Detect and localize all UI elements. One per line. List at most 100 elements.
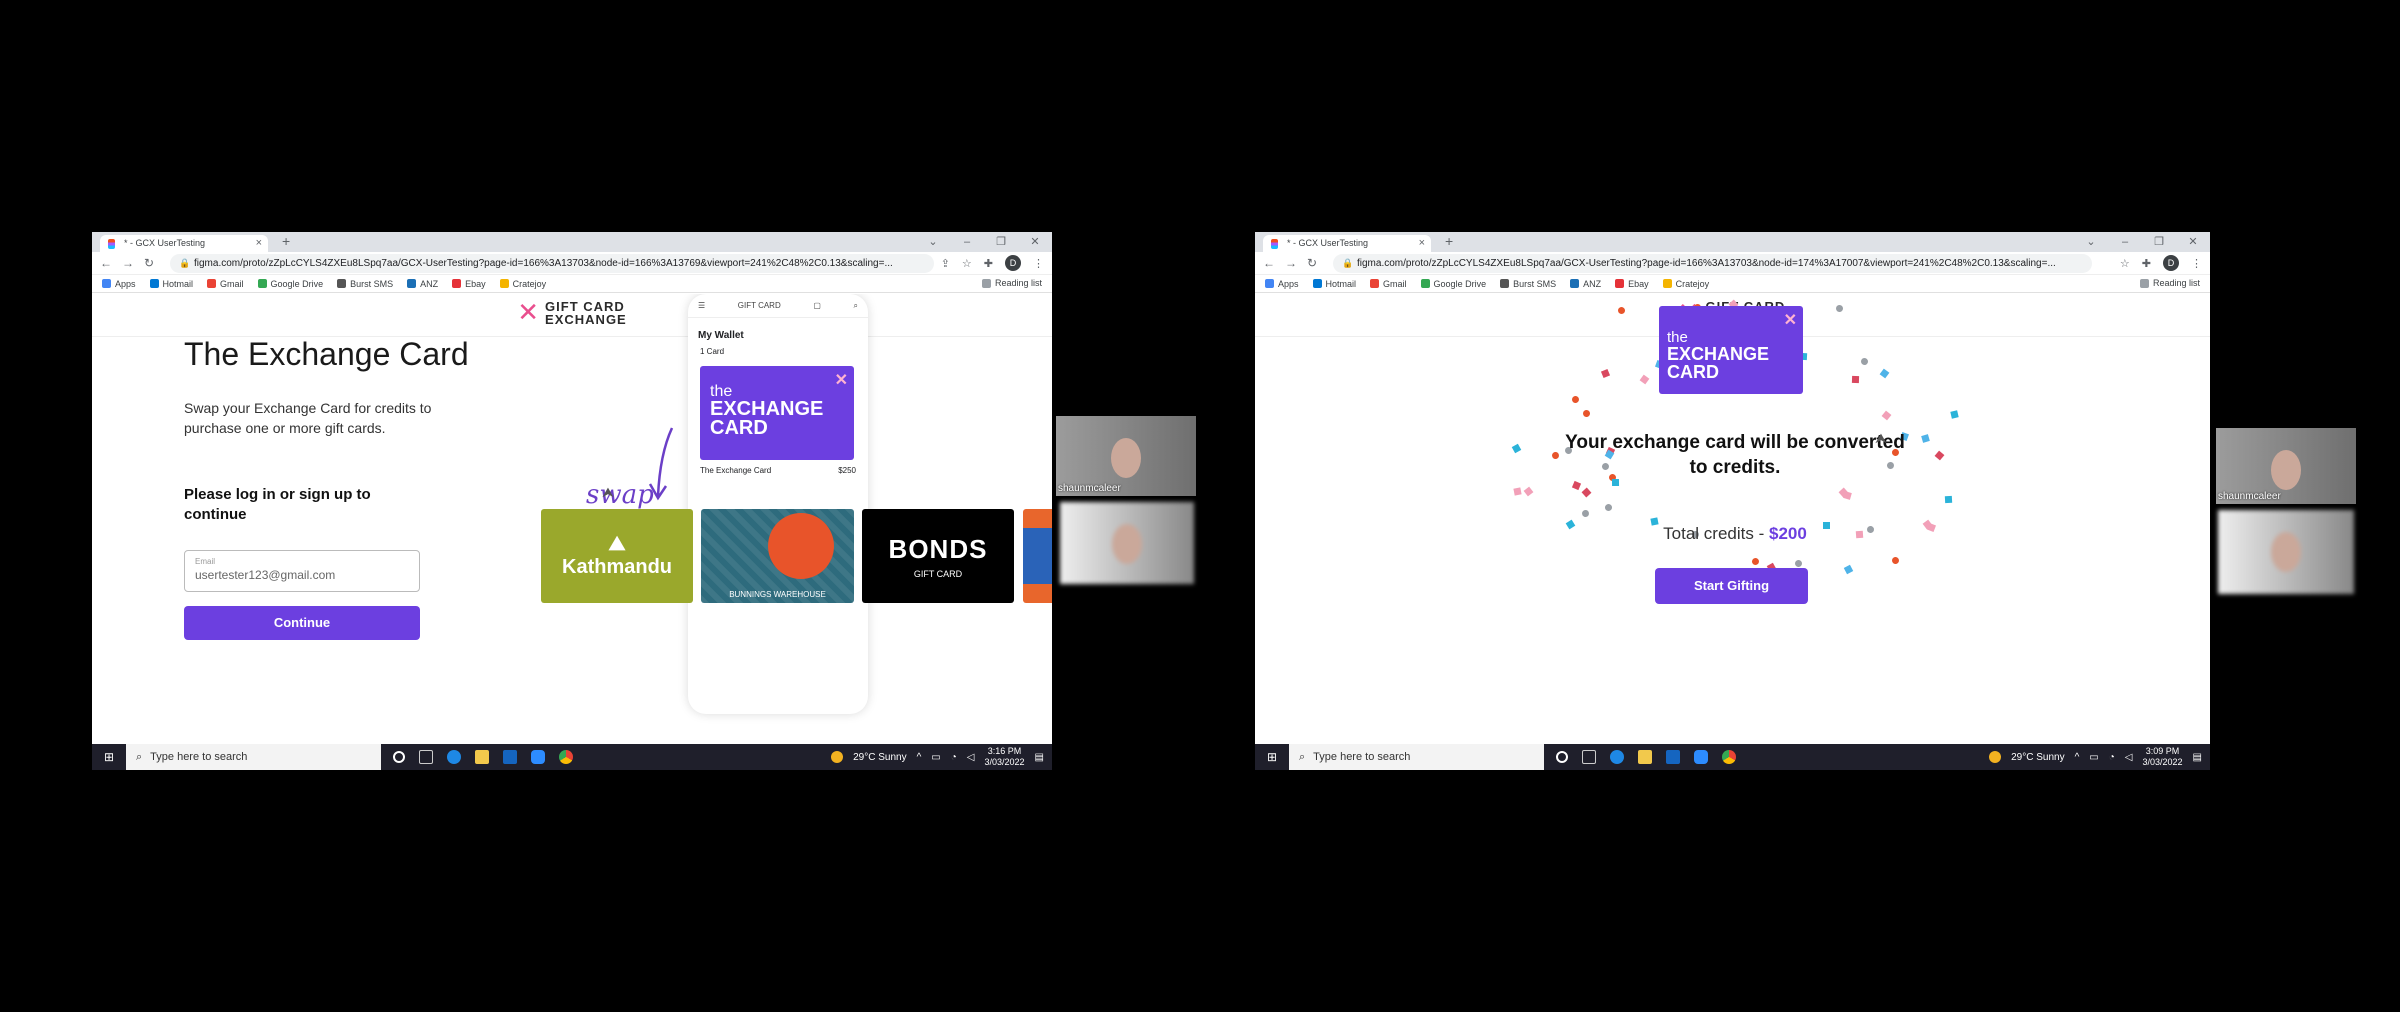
extensions-icon[interactable]: ✚ [2142, 257, 2151, 270]
cratejoy-icon [499, 279, 509, 288]
outlook-icon[interactable] [503, 750, 517, 764]
weather-text[interactable]: 29°C Sunny [853, 752, 906, 763]
browser-tab[interactable]: * - GCX UserTesting × [100, 235, 268, 252]
battery-icon[interactable]: ▭ [931, 752, 940, 763]
star-icon[interactable]: ☆ [2120, 257, 2130, 270]
task-view-icon[interactable] [419, 750, 433, 764]
bookmark-ebay[interactable]: Ebay [452, 279, 486, 289]
bookmark-gmail[interactable]: Gmail [1370, 279, 1407, 289]
cortana-icon[interactable] [1556, 751, 1568, 763]
tab-search-icon[interactable]: ⌄ [2074, 232, 2108, 252]
zoom-icon[interactable] [531, 750, 545, 764]
bookmark-gmail[interactable]: Gmail [207, 279, 244, 289]
continue-button[interactable]: Continue [184, 606, 420, 640]
menu-icon[interactable]: ⋮ [2191, 257, 2202, 270]
email-field[interactable]: Email usertester123@gmail.com [184, 550, 420, 592]
hamburger-icon[interactable]: ☰ [698, 301, 705, 310]
tray-chevron-icon[interactable]: ^ [2075, 752, 2080, 763]
star-icon[interactable]: ☆ [962, 257, 972, 270]
network-icon[interactable]: ◔ [951, 752, 957, 763]
card-line-1: EXCHANGE [1667, 344, 1770, 364]
volume-icon[interactable]: ◁ [967, 752, 975, 763]
reload-icon[interactable]: ↻ [1307, 256, 1317, 270]
close-window-button[interactable]: ✕ [2176, 232, 2210, 252]
bookmark-hotmail[interactable]: Hotmail [1312, 279, 1356, 289]
chrome-icon[interactable] [559, 750, 573, 764]
tab-close-icon[interactable]: × [256, 235, 262, 252]
bookmark-google-drive[interactable]: Google Drive [1420, 279, 1486, 289]
tab-search-icon[interactable]: ⌄ [916, 232, 950, 252]
edge-icon[interactable] [1610, 750, 1624, 764]
bookmark-cratejoy[interactable]: Cratejoy [499, 279, 546, 289]
clock[interactable]: 3:09 PM 3/03/2022 [2143, 746, 2183, 768]
back-icon[interactable]: ← [1263, 256, 1275, 270]
clock[interactable]: 3:16 PM 3/03/2022 [985, 746, 1025, 768]
bookmark-burst-sms[interactable]: Burst SMS [337, 279, 393, 289]
bookmark-ebay[interactable]: Ebay [1615, 279, 1649, 289]
minimize-button[interactable]: – [950, 232, 984, 252]
bunnings-gift-card[interactable]: BUNNINGS WAREHOUSE [701, 509, 854, 603]
bookmark-apps[interactable]: Apps [102, 279, 136, 289]
bookmark-google-drive[interactable]: Google Drive [257, 279, 323, 289]
browser-tab[interactable]: * - GCX UserTesting × [1263, 235, 1431, 252]
bookmark-anz[interactable]: ANZ [407, 279, 438, 289]
menu-icon[interactable]: ⋮ [1033, 257, 1044, 270]
url-bar[interactable]: 🔒 figma.com/proto/zZpLcCYLS4ZXEu8LSpq7aa… [1333, 254, 2092, 273]
tray-chevron-icon[interactable]: ^ [917, 752, 922, 763]
network-icon[interactable]: ◔ [2109, 752, 2115, 763]
restore-button[interactable]: ❐ [2142, 232, 2176, 252]
bonds-gift-card[interactable]: BONDS GIFT CARD [862, 509, 1014, 603]
search-icon[interactable]: ⌕ [853, 301, 857, 311]
exchange-card-thumb[interactable]: ✕ the EXCHANGE CARD [700, 366, 854, 460]
url-bar[interactable]: 🔒 figma.com/proto/zZpLcCYLS4ZXEu8LSpq7aa… [170, 254, 934, 273]
minimize-button[interactable]: – [2108, 232, 2142, 252]
bag-icon[interactable]: ▢ [813, 301, 821, 310]
bookmark-burst-sms[interactable]: Burst SMS [1500, 279, 1556, 289]
partial-gift-card[interactable] [1023, 509, 1052, 603]
file-explorer-icon[interactable] [1638, 750, 1652, 764]
reload-icon[interactable]: ↻ [144, 256, 154, 270]
edge-icon[interactable] [447, 750, 461, 764]
taskbar-search[interactable]: ⌕ Type here to search [1289, 744, 1544, 770]
kathmandu-label: Kathmandu [562, 556, 672, 578]
notification-icon[interactable]: ▤ [2193, 752, 2202, 763]
start-gifting-button[interactable]: Start Gifting [1655, 568, 1808, 604]
forward-icon[interactable]: → [1285, 256, 1297, 270]
tab-close-icon[interactable]: × [1419, 235, 1425, 252]
taskbar-search[interactable]: ⌕ Type here to search [126, 744, 381, 770]
extensions-icon[interactable]: ✚ [984, 257, 993, 270]
cortana-icon[interactable] [393, 751, 405, 763]
new-tab-button[interactable]: + [282, 233, 290, 249]
participant-face [1111, 438, 1141, 478]
forward-icon[interactable]: → [122, 256, 134, 270]
weather-text[interactable]: 29°C Sunny [2011, 752, 2064, 763]
zoom-icon[interactable] [1694, 750, 1708, 764]
bookmark-apps[interactable]: Apps [1265, 279, 1299, 289]
chrome-icon[interactable] [1722, 750, 1736, 764]
windows-start-icon[interactable]: ⊞ [92, 750, 126, 764]
reading-list[interactable]: Reading list [981, 278, 1042, 288]
profile-avatar[interactable]: D [2163, 255, 2179, 271]
bookmark-anz[interactable]: ANZ [1570, 279, 1601, 289]
gmail-icon [207, 279, 217, 288]
profile-avatar[interactable]: D [1005, 255, 1021, 271]
close-window-button[interactable]: ✕ [1018, 232, 1052, 252]
kathmandu-gift-card[interactable]: ⛰ Kathmandu [541, 509, 693, 603]
new-tab-button[interactable]: + [1445, 233, 1453, 249]
confetti-piece [1639, 374, 1650, 385]
webcam-tile-participant: shaunmcaleer [1056, 416, 1196, 496]
windows-start-icon[interactable]: ⊞ [1255, 750, 1289, 764]
back-icon[interactable]: ← [100, 256, 112, 270]
file-explorer-icon[interactable] [475, 750, 489, 764]
battery-icon[interactable]: ▭ [2089, 752, 2098, 763]
share-icon[interactable]: ⇪ [941, 257, 950, 270]
volume-icon[interactable]: ◁ [2125, 752, 2133, 763]
restore-button[interactable]: ❐ [984, 232, 1018, 252]
task-view-icon[interactable] [1582, 750, 1596, 764]
bookmark-cratejoy[interactable]: Cratejoy [1662, 279, 1709, 289]
bookmark-hotmail[interactable]: Hotmail [149, 279, 193, 289]
outlook-icon[interactable] [1666, 750, 1680, 764]
reading-list[interactable]: Reading list [2139, 278, 2200, 288]
notification-icon[interactable]: ▤ [1035, 752, 1044, 763]
card-value: $250 [838, 466, 856, 475]
